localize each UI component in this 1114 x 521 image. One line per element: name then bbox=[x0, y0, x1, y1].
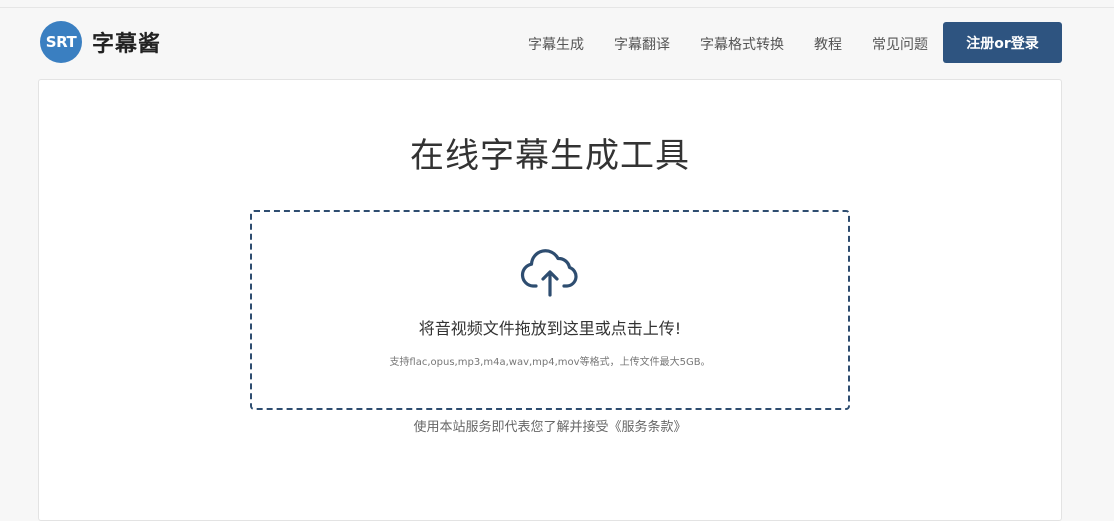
brand-name: 字幕酱 bbox=[92, 32, 162, 57]
brand-logo-link[interactable]: SRT 字幕酱 bbox=[40, 21, 161, 63]
nav-links: 字幕生成 字幕翻译 字幕格式转换 教程 常见问题 bbox=[498, 34, 928, 54]
cloud-upload-icon bbox=[520, 249, 578, 297]
upload-dropzone[interactable]: 将音视频文件拖放到这里或点击上传! 支持flac,opus,mp3,m4a,wa… bbox=[250, 210, 850, 410]
main-panel: 在线字幕生成工具 将音视频文件拖放到这里或点击上传! 支持flac,opus,m… bbox=[38, 79, 1062, 521]
nav-item-subtitle-translate[interactable]: 字幕翻译 bbox=[614, 34, 670, 54]
dropzone-prompt: 将音视频文件拖放到这里或点击上传! bbox=[418, 319, 682, 338]
terms-of-service-link[interactable]: 《服务条款》 bbox=[609, 420, 687, 435]
nav-item-faq[interactable]: 常见问题 bbox=[872, 34, 928, 54]
nav-item-format-convert[interactable]: 字幕格式转换 bbox=[700, 34, 784, 54]
nav-item-tutorial[interactable]: 教程 bbox=[814, 34, 842, 54]
login-register-button[interactable]: 注册or登录 bbox=[943, 22, 1062, 63]
terms-prefix: 使用本站服务即代表您了解并接受 bbox=[413, 420, 609, 435]
nav-item-subtitle-generate[interactable]: 字幕生成 bbox=[528, 34, 584, 54]
dropzone-hint: 支持flac,opus,mp3,m4a,wav,mp4,mov等格式，上传文件最… bbox=[389, 357, 711, 368]
brand-badge: SRT bbox=[40, 21, 82, 63]
page-title: 在线字幕生成工具 bbox=[410, 136, 690, 176]
terms-notice: 使用本站服务即代表您了解并接受《服务条款》 bbox=[39, 416, 1061, 435]
navbar: SRT 字幕酱 字幕生成 字幕翻译 字幕格式转换 教程 常见问题 注册or登录 bbox=[0, 8, 1114, 78]
